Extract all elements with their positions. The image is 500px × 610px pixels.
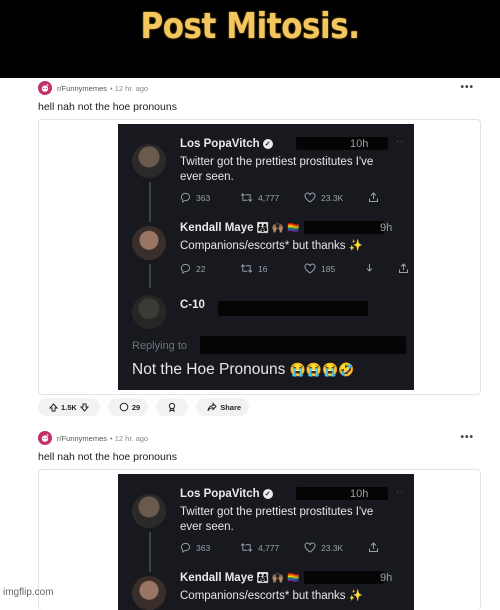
- post-header: r/Funnymemes • 12 hr. ago: [38, 78, 148, 98]
- retweet-icon: [240, 264, 253, 273]
- comments-button[interactable]: 29: [107, 398, 149, 416]
- retweet-count: 4,777: [258, 542, 280, 553]
- reply-count: 363: [196, 192, 211, 203]
- verified-icon: ✓: [262, 489, 273, 499]
- tweet-text: Companions/escorts* but thanks ✨: [180, 590, 364, 602]
- subreddit-name[interactable]: r/Funnymemes: [57, 434, 107, 443]
- subreddit-icon[interactable]: [38, 81, 52, 95]
- redaction-bar: [296, 137, 388, 150]
- tweet-screenshot: Los PopaVitch ✓ 10h ·· Twitter got the pr…: [118, 474, 414, 610]
- watermark: imgflip.com: [3, 587, 54, 598]
- redaction-bar: [296, 487, 388, 500]
- more-options-icon[interactable]: •••: [460, 432, 474, 443]
- subreddit-icon[interactable]: [38, 431, 52, 445]
- tweet-author: Los PopaVitch ✓: [180, 488, 273, 500]
- post-title[interactable]: hell nah not the hoe pronouns: [38, 101, 177, 113]
- thread-line: [149, 182, 151, 222]
- post-action-bar: 1.5K 29 Share: [38, 397, 257, 417]
- post-timestamp: • 12 hr. ago: [110, 83, 149, 93]
- share-arrow-icon: [207, 402, 217, 412]
- downvote-icon[interactable]: [79, 403, 89, 412]
- reply-count: 22: [196, 263, 206, 274]
- reply-icon: [180, 542, 191, 553]
- tweet-author: Los PopaVitch ✓: [180, 138, 273, 150]
- post-header: r/Funnymemes • 12 hr. ago: [38, 428, 148, 448]
- award-icon: [169, 402, 176, 412]
- tweet-text: Companions/escorts* but thanks ✨: [180, 240, 364, 252]
- comment-count: 29: [131, 402, 141, 412]
- tweet-author: Kendall Maye 👨‍👩‍👧 🙌🏽 🏳️‍🌈: [180, 572, 300, 584]
- redaction-bar: [304, 571, 384, 584]
- name-emojis: 👨‍👩‍👧 🙌🏽 🏳️‍🌈: [256, 223, 300, 234]
- tweet-actions: 363 4,777 23.3K: [180, 192, 410, 206]
- share-label: Share: [220, 402, 242, 412]
- post-media[interactable]: Los PopaVitch ✓ 10h ·· Twitter got the pr…: [38, 119, 481, 395]
- vote-count: 1.5K: [61, 402, 77, 412]
- like-count: 23.3K: [321, 192, 344, 203]
- redaction-bar: [200, 336, 406, 354]
- retweet-count: 4,777: [258, 192, 280, 203]
- like-count: 185: [321, 263, 336, 274]
- post-media[interactable]: Los PopaVitch ✓ 10h ·· Twitter got the pr…: [38, 469, 481, 610]
- download-icon: [366, 264, 373, 272]
- redaction-bar: [218, 301, 368, 316]
- tweet-actions: 363 4,777 23.3K: [180, 542, 410, 556]
- name-emojis: 👨‍👩‍👧 🙌🏽 🏳️‍🌈: [256, 573, 300, 584]
- tweet-author: C-10: [180, 299, 205, 311]
- post: r/Funnymemes • 12 hr. ago ••• hell nah n…: [0, 428, 500, 610]
- tweet-text: Twitter got the prettiest prostitutes I'…: [180, 506, 374, 533]
- avatar: [132, 494, 166, 528]
- tweet-screenshot: Los PopaVitch ✓ 10h ·· Twitter got the pr…: [118, 124, 414, 390]
- share-icon: [399, 263, 408, 273]
- reply-count: 363: [196, 542, 211, 553]
- tweet-actions: 22 16 185: [180, 263, 410, 277]
- share-icon: [369, 192, 378, 202]
- tweet-author: Kendall Maye 👨‍👩‍👧 🙌🏽 🏳️‍🌈: [180, 222, 300, 234]
- avatar: [132, 144, 166, 178]
- tweet-time: 10h: [350, 488, 369, 500]
- reply-icon: [180, 192, 191, 203]
- more-icon: ··: [396, 136, 404, 146]
- replying-to-label: Replying to: [132, 340, 188, 352]
- avatar: [132, 226, 166, 260]
- like-icon: [304, 192, 316, 203]
- meme-caption-bar: Post Mitosis.: [0, 0, 500, 78]
- verified-icon: ✓: [262, 139, 273, 149]
- reddit-screenshot: r/Funnymemes • 12 hr. ago ••• hell nah n…: [0, 78, 500, 610]
- comment-icon: [119, 402, 129, 412]
- post-title[interactable]: hell nah not the hoe pronouns: [38, 451, 177, 463]
- post-timestamp: • 12 hr. ago: [110, 433, 149, 443]
- redaction-bar: [304, 221, 384, 234]
- tweet-text: Twitter got the prettiest prostitutes I'…: [180, 156, 374, 183]
- thread-line: [149, 532, 151, 572]
- more-icon: ··: [396, 486, 404, 496]
- avatar: [132, 576, 166, 610]
- retweet-count: 16: [258, 263, 268, 274]
- more-options-icon[interactable]: •••: [460, 82, 474, 93]
- award-button[interactable]: [156, 398, 189, 416]
- reply-icon: [180, 263, 191, 274]
- tweet-time: 9h: [380, 572, 393, 584]
- retweet-icon: [240, 193, 253, 202]
- share-button[interactable]: Share: [196, 398, 250, 416]
- meme-caption: Post Mitosis.: [140, 6, 360, 47]
- vote-control[interactable]: 1.5K: [38, 398, 100, 416]
- reply-text: Not the Hoe Pronouns 😭😭😭🤣: [132, 361, 355, 378]
- subreddit-name[interactable]: r/Funnymemes: [57, 84, 107, 93]
- like-icon: [304, 542, 316, 553]
- upvote-icon[interactable]: [49, 402, 58, 412]
- avatar: [132, 295, 166, 329]
- retweet-icon: [240, 543, 253, 552]
- tweet-time: 10h: [350, 138, 369, 150]
- like-icon: [304, 263, 316, 274]
- post: r/Funnymemes • 12 hr. ago ••• hell nah n…: [0, 78, 500, 423]
- share-icon: [369, 542, 378, 552]
- like-count: 23.3K: [321, 542, 344, 553]
- thread-line: [149, 264, 151, 288]
- tweet-time: 9h: [380, 222, 393, 234]
